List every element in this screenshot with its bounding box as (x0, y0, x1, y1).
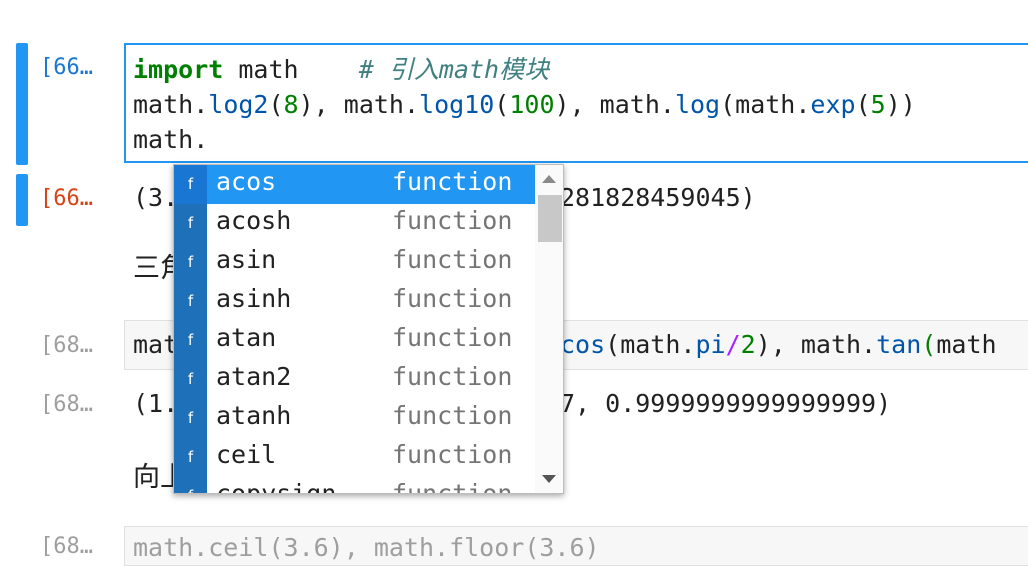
cell3-token: ), math. (755, 330, 877, 359)
output-text-right: 281828459045) (560, 183, 756, 212)
completer-item-kind: function (392, 245, 513, 274)
cell3-code-right: cos(math.pi/2), math.tan(math (560, 327, 997, 362)
completer-item-ceil[interactable]: f ceil function (174, 438, 535, 477)
completer-item-kind: function (392, 323, 513, 352)
output2-text-right: 7, 0.9999999999999999) (560, 389, 892, 418)
cell3-token: pi (695, 330, 726, 359)
output-text-left: (3. (133, 183, 179, 212)
function-type-icon: f (174, 204, 207, 243)
function-type-icon: f (174, 165, 207, 204)
output2-text-left: (1. (133, 389, 179, 418)
code-line2-token: (math. (720, 90, 811, 119)
previous-cell-fragment (133, 0, 141, 7)
code-line2-token: log (674, 90, 721, 119)
cell3-token: / (725, 330, 741, 359)
code-line-2: math.log2(8), math.log10(100), math.log(… (133, 87, 916, 122)
code-line-3: math. (133, 125, 209, 154)
autocomplete-popup[interactable]: fcopysignfunctionfceilfunctionfatanhfunc… (173, 164, 564, 494)
input-prompt: [66… (40, 55, 93, 80)
completer-item-label: atan2 (216, 362, 292, 391)
cell-collapser-active[interactable] (16, 43, 28, 165)
completer-item-asin[interactable]: f asin function (174, 243, 535, 282)
completer-item-kind: function (392, 206, 513, 235)
completer-item-kind: function (392, 440, 513, 469)
code-line2-token: ( (268, 90, 284, 119)
completer-item-label: acos (216, 167, 277, 196)
cell3-token: tan (876, 330, 922, 359)
completer-item-atanh[interactable]: f atanh function (174, 399, 535, 438)
completer-item-acos[interactable]: f acos function (174, 165, 535, 204)
completer-item-acosh[interactable]: f acosh function (174, 204, 535, 243)
completer-item-label: ceil (216, 440, 277, 469)
code-line2-token: exp (810, 90, 856, 119)
completer-item-kind: function (392, 284, 513, 313)
completer-scroll-thumb[interactable] (538, 195, 562, 242)
cell3-token: ( (921, 330, 937, 359)
code-comment: # 引入math模块 (358, 55, 550, 84)
output-prompt: [66… (40, 186, 93, 211)
completer-item-label: acosh (216, 206, 292, 235)
code-line2-token: 100 (509, 90, 555, 119)
completer-item-kind: function (392, 167, 513, 196)
scroll-up-icon[interactable] (542, 175, 556, 183)
completer-item-asinh[interactable]: f asinh function (174, 282, 535, 321)
completer-item-kind: function (392, 362, 513, 391)
code-line-1: import math # 引入math模块 (133, 52, 549, 87)
completer-item-kind: function (392, 479, 513, 494)
code-line2-token: 5 (870, 90, 886, 119)
completer-item-label: atan (216, 323, 277, 352)
keyword-import: import (133, 55, 224, 84)
input-prompt-bottom: [68… (40, 534, 93, 559)
completer-item-atan2[interactable]: f atan2 function (174, 360, 535, 399)
code-line2-token: ( (855, 90, 871, 119)
function-type-icon: f (174, 243, 207, 282)
cell3-code-left: mat (133, 330, 179, 359)
code-line2-token: ), math. (298, 90, 420, 119)
cell3-token: 2 (740, 330, 756, 359)
completer-item-label: asin (216, 245, 277, 274)
code-line2-token: 8 (283, 90, 299, 119)
code-line2-token: ), math. (554, 90, 675, 119)
cell5-code: math.ceil(3.6), math.floor(3.6) (133, 533, 600, 562)
code-line2-token: math. (133, 90, 209, 119)
completer-item-label: asinh (216, 284, 292, 313)
function-type-icon: f (174, 438, 207, 477)
function-type-icon: f (174, 360, 207, 399)
input-prompt-dim: [68… (40, 333, 93, 358)
module-name: math (223, 55, 359, 84)
code-line2-token: ( (494, 90, 510, 119)
completer-item-copysign[interactable]: f copysign function (174, 477, 535, 494)
code-line2-token: )) (885, 90, 916, 119)
completer-item-atan[interactable]: f atan function (174, 321, 535, 360)
scroll-down-icon[interactable] (542, 475, 556, 483)
completer-item-label: copysign (216, 479, 337, 494)
function-type-icon: f (174, 399, 207, 438)
cell3-token: (math. (605, 330, 696, 359)
function-type-icon: f (174, 477, 207, 493)
cell3-token: math (936, 330, 997, 359)
completer-item-label: atanh (216, 401, 292, 430)
cell3-token: cos (560, 330, 606, 359)
function-type-icon: f (174, 321, 207, 360)
output-prompt-dim: [68… (40, 392, 93, 417)
function-type-icon: f (174, 282, 207, 321)
completer-item-kind: function (392, 401, 513, 430)
code-line2-token: log2 (208, 90, 269, 119)
output-collapser[interactable] (16, 174, 28, 226)
code-line2-token: log10 (419, 90, 495, 119)
